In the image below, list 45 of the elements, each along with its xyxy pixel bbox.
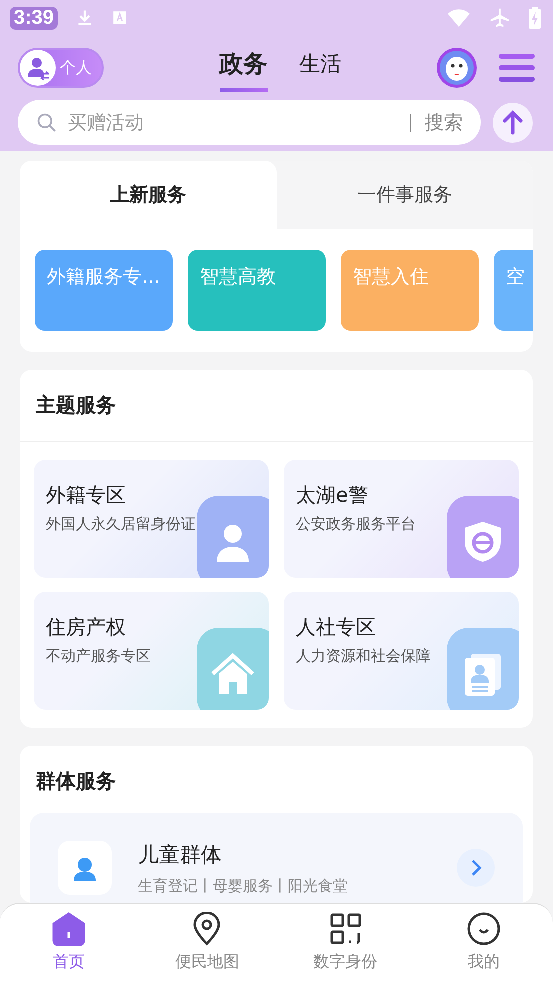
section-title: 群体服务 bbox=[34, 768, 117, 795]
mascot-avatar-icon[interactable] bbox=[437, 48, 477, 88]
service-tab[interactable]: 上新服务 bbox=[20, 161, 276, 229]
tile-subtitle: 公安政务服务平台 bbox=[296, 515, 417, 534]
nav-tab[interactable]: 我的 bbox=[428, 912, 539, 983]
tile-subtitle: 人力资源和社会保障 bbox=[296, 647, 432, 666]
group-item[interactable]: 儿童群体 生育登记丨母婴服务丨阳光食堂 bbox=[30, 813, 523, 903]
tile-subtitle: 外国人永久居留身份证 bbox=[46, 515, 197, 534]
qr-code-icon bbox=[328, 912, 363, 946]
tile-title: 外籍专区 bbox=[46, 482, 127, 509]
theme-service-tile[interactable]: 太湖e警 公安政务服务平台 bbox=[284, 460, 519, 578]
nav-tab[interactable]: 首页 bbox=[14, 912, 124, 983]
nav-tab[interactable]: 数字身份 bbox=[290, 912, 401, 983]
top-tab[interactable]: 生活 bbox=[300, 44, 342, 92]
search-button[interactable]: 搜索 bbox=[419, 110, 463, 136]
tile-title: 住房产权 bbox=[46, 614, 127, 641]
smiley-icon bbox=[466, 912, 501, 946]
home-icon bbox=[52, 912, 86, 946]
search-icon bbox=[36, 112, 58, 134]
child-icon bbox=[58, 841, 112, 895]
tile-title: 人社专区 bbox=[296, 614, 377, 641]
search-field[interactable]: 买赠活动 搜索 bbox=[18, 100, 481, 145]
wifi-icon bbox=[447, 8, 471, 28]
service-tile[interactable]: 智慧高教 bbox=[188, 250, 326, 331]
upload-icon[interactable] bbox=[493, 102, 533, 142]
service-tile[interactable]: 外籍服务专... bbox=[35, 250, 173, 331]
group-title: 儿童群体 bbox=[138, 842, 223, 869]
tile-title: 太湖e警 bbox=[296, 482, 370, 509]
tile-subtitle: 不动产服务专区 bbox=[46, 647, 152, 666]
menu-icon[interactable] bbox=[499, 53, 535, 83]
theme-service-tile[interactable]: 人社专区 人力资源和社会保障 bbox=[284, 592, 519, 710]
theme-service-tile[interactable]: 住房产权 不动产服务专区 bbox=[34, 592, 269, 710]
status-time: 3:39 bbox=[10, 6, 58, 30]
chevron-right-icon[interactable] bbox=[457, 849, 495, 887]
user-switch-icon bbox=[20, 50, 56, 86]
top-tab[interactable]: 政务 bbox=[220, 44, 268, 92]
mode-switch-button[interactable]: 个人 bbox=[18, 48, 104, 88]
nav-tab[interactable]: 便民地图 bbox=[152, 912, 262, 983]
download-icon bbox=[76, 9, 94, 27]
theme-service-tile[interactable]: 外籍专区 外国人永久居留身份证 bbox=[34, 460, 269, 578]
service-tile[interactable]: 空 bbox=[494, 250, 533, 331]
airplane-icon bbox=[489, 7, 511, 29]
battery-icon bbox=[529, 7, 541, 29]
group-subtitle: 生育登记丨母婴服务丨阳光食堂 bbox=[138, 877, 349, 896]
section-title: 主题服务 bbox=[20, 370, 533, 442]
